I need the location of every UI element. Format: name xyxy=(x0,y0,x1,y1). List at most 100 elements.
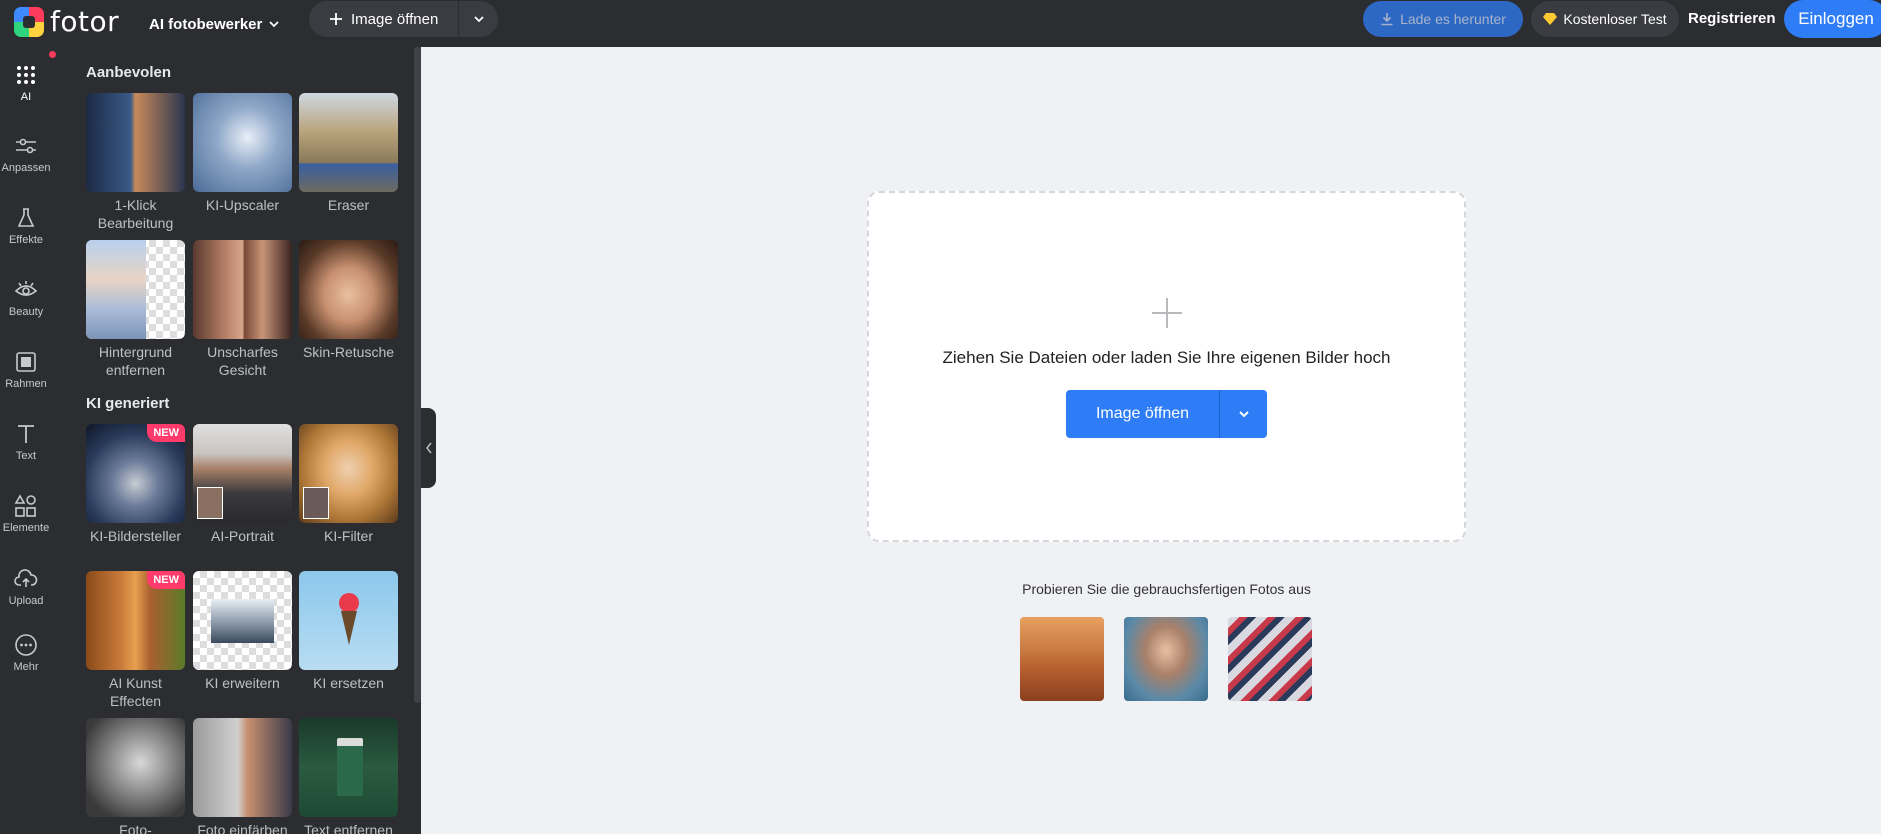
tool-thumbnail xyxy=(193,240,292,339)
new-badge: NEW xyxy=(147,424,185,442)
new-badge: NEW xyxy=(147,571,185,589)
open-image-dropdown[interactable] xyxy=(459,1,498,37)
chevron-down-icon xyxy=(473,16,484,23)
text-icon xyxy=(18,425,34,443)
tool-photo-restore[interactable]: Foto- xyxy=(86,718,185,834)
tool-label: KI erweitern xyxy=(205,675,280,691)
chevron-left-icon xyxy=(425,442,432,454)
tool-label: Unscharfes Gesicht xyxy=(207,344,278,378)
download-label: Lade es herunter xyxy=(1400,11,1506,27)
tool-label: Hintergrund entfernen xyxy=(98,344,173,378)
tool-ai-portrait[interactable]: AI-Portrait xyxy=(193,424,292,545)
tool-label: Foto- xyxy=(119,822,152,834)
sample-photos-text: Probieren Sie die gebrauchsfertigen Foto… xyxy=(1022,581,1311,597)
free-trial-label: Kostenloser Test xyxy=(1563,11,1667,27)
tool-label: KI-Bildersteller xyxy=(89,528,182,544)
tool-thumbnail xyxy=(193,93,292,192)
tool-ki-replace[interactable]: KI ersetzen xyxy=(299,571,398,692)
rail-item-ai[interactable]: AI xyxy=(0,63,52,103)
dropzone-text: Ziehen Sie Dateien oder laden Sie Ihre e… xyxy=(942,348,1391,367)
free-trial-button[interactable]: Kostenloser Test xyxy=(1531,1,1679,37)
tool-ki-image-creator[interactable]: NEW KI-Bildersteller xyxy=(86,424,185,545)
register-link[interactable]: Registrieren xyxy=(1688,10,1776,27)
tool-thumbnail xyxy=(86,93,185,192)
tool-ki-filter[interactable]: KI-Filter xyxy=(299,424,398,545)
collapse-panel-tab[interactable] xyxy=(421,408,436,488)
tool-one-click-edit[interactable]: 1-Klick Bearbeitung xyxy=(86,93,185,232)
tool-remove-background[interactable]: Hintergrund entfernen xyxy=(86,240,185,379)
chevron-down-icon xyxy=(269,21,279,28)
dropzone-open-button[interactable]: Image öffnen xyxy=(1066,390,1267,438)
dropzone-open-main[interactable]: Image öffnen xyxy=(1066,390,1220,438)
eye-icon xyxy=(14,281,38,296)
rail-item-frames[interactable]: Rahmen xyxy=(0,350,52,390)
tool-remove-text[interactable]: Text entfernen xyxy=(299,718,398,834)
dropzone-open-dropdown[interactable] xyxy=(1220,390,1267,438)
tool-label: Eraser xyxy=(327,197,370,213)
download-button[interactable]: Lade es herunter xyxy=(1363,1,1523,37)
download-icon xyxy=(1381,13,1393,26)
rail-item-upload[interactable]: Upload xyxy=(0,567,52,607)
sample-photo-balloons[interactable] xyxy=(1020,617,1104,701)
rail-item-text[interactable]: Text xyxy=(0,422,52,462)
tool-thumbnail: NEW xyxy=(86,424,185,523)
tool-thumbnail xyxy=(299,93,398,192)
rail-label: Rahmen xyxy=(5,378,47,390)
panel-scrollbar[interactable] xyxy=(414,47,421,703)
fotor-logo[interactable]: fotor xyxy=(14,5,119,38)
tool-thumbnail xyxy=(299,718,398,817)
tool-thumbnail: NEW xyxy=(86,571,185,670)
rail-item-beauty[interactable]: Beauty xyxy=(0,278,52,318)
tool-thumbnail xyxy=(299,571,398,670)
sample-photo-flatlay[interactable] xyxy=(1228,617,1312,701)
tool-thumbnail xyxy=(193,718,292,817)
tool-thumbnail xyxy=(193,571,292,670)
plus-icon xyxy=(330,13,342,25)
ai-editor-menu[interactable]: AI fotobewerker xyxy=(149,10,280,38)
diamond-icon xyxy=(1543,13,1558,25)
tool-label: Text entfernen xyxy=(304,822,393,834)
rail-label: Upload xyxy=(8,595,44,607)
tool-label: AI-Portrait xyxy=(210,528,274,544)
cloud-upload-icon xyxy=(14,569,38,587)
logo-text: fotor xyxy=(50,5,120,38)
ai-editor-menu-label: AI fotobewerker xyxy=(149,15,263,33)
tool-blur-face[interactable]: Unscharfes Gesicht xyxy=(193,240,292,379)
rail-label: Elemente xyxy=(2,522,50,534)
login-button[interactable]: Einloggen xyxy=(1784,0,1881,38)
tool-label: KI-Filter xyxy=(324,528,373,544)
tool-ai-art-effects[interactable]: NEW AI Kunst Effecten xyxy=(86,571,185,710)
notification-dot xyxy=(49,51,56,58)
upload-dropzone[interactable]: Ziehen Sie Dateien oder laden Sie Ihre e… xyxy=(867,191,1466,542)
open-image-button[interactable]: Image öffnen xyxy=(309,1,498,37)
tool-label: KI ersetzen xyxy=(313,675,384,691)
grid-dots-icon xyxy=(17,66,35,84)
rail-label: Mehr xyxy=(13,661,39,673)
section-title-ai-generated: KI generiert xyxy=(86,395,170,412)
left-rail: AI Anpassen Effekte Beauty Rahmen Text E… xyxy=(0,47,62,834)
tool-colorize-photo[interactable]: Foto einfärben xyxy=(193,718,292,834)
flask-icon xyxy=(17,208,35,227)
rail-label: Beauty xyxy=(8,306,44,318)
tool-skin-retouch[interactable]: Skin-Retusche xyxy=(299,240,398,361)
open-image-label: Image öffnen xyxy=(351,10,439,28)
open-image-main[interactable]: Image öffnen xyxy=(309,1,459,37)
sliders-icon xyxy=(16,138,36,154)
rail-label: Effekte xyxy=(8,234,44,246)
tool-label: KI-Upscaler xyxy=(205,197,280,213)
plus-icon xyxy=(1152,298,1182,328)
rail-label: Text xyxy=(15,450,37,462)
tool-label: Skin-Retusche xyxy=(302,344,395,360)
rail-item-adjust[interactable]: Anpassen xyxy=(0,134,52,174)
rail-item-effects[interactable]: Effekte xyxy=(0,206,52,246)
rail-item-elements[interactable]: Elemente xyxy=(0,494,52,534)
login-label: Einloggen xyxy=(1798,9,1874,28)
rail-label: AI xyxy=(20,91,32,103)
rail-item-more[interactable]: Mehr xyxy=(0,633,52,673)
tool-thumbnail xyxy=(86,718,185,817)
sample-photo-woman[interactable] xyxy=(1124,617,1208,701)
tool-ki-expand[interactable]: KI erweitern xyxy=(193,571,292,692)
tool-eraser[interactable]: Eraser xyxy=(299,93,398,214)
tool-ki-upscaler[interactable]: KI-Upscaler xyxy=(193,93,292,214)
dropzone-open-label: Image öffnen xyxy=(1095,405,1190,422)
